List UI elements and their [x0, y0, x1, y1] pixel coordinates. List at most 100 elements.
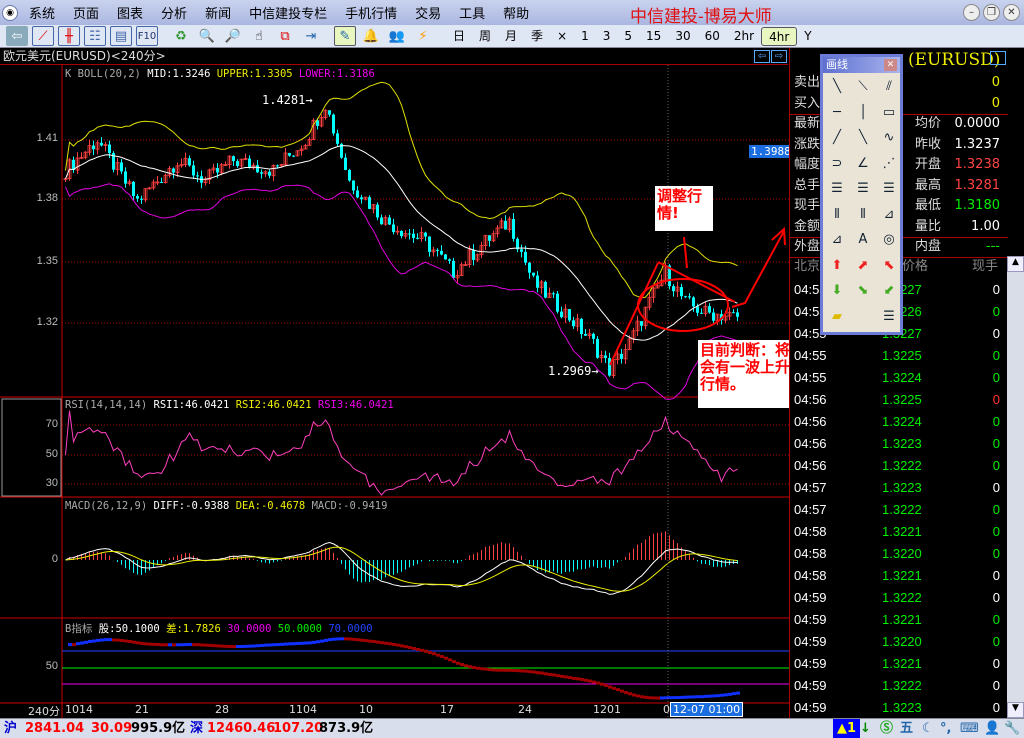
draw-arrow-down-icon[interactable]: ⬇ [827, 281, 847, 301]
b-indicator-mark [292, 642, 296, 646]
draw-fib-ext-icon[interactable]: ☰ [853, 179, 873, 199]
sh-change: 30.09 [91, 721, 133, 736]
maximize-panel-button[interactable] [990, 51, 1006, 65]
b-indicator-mark [84, 640, 88, 644]
scroll-down-button[interactable]: ▼ [1007, 702, 1024, 718]
punctuation-icon[interactable]: °, [940, 719, 951, 738]
draw-cycle2-icon[interactable]: ⦀ [853, 205, 873, 225]
quote-value: 1.3180 [954, 198, 1001, 213]
time-tick: 1014 [65, 703, 93, 716]
draw-list-icon[interactable]: ☰ [879, 307, 899, 327]
time-tick: 21 [135, 703, 149, 716]
wubi-icon[interactable]: 五 [900, 719, 913, 738]
b-indicator-mark [504, 668, 508, 672]
tick-volume: 0 [992, 634, 1000, 649]
candle [448, 259, 451, 261]
ime-icon[interactable]: Ⓢ [880, 719, 893, 738]
draw-wave-icon[interactable]: ∿ [879, 128, 899, 148]
b-indicator-mark [716, 694, 720, 698]
candle [292, 155, 295, 157]
tick-time: 04:59 [794, 612, 827, 627]
b-indicator-mark [512, 668, 516, 672]
quote-key: 开盘 [915, 157, 942, 172]
b-indicator-mark [520, 669, 524, 673]
chart-bg [0, 65, 789, 703]
draw-vline-icon[interactable]: │ [853, 103, 873, 123]
b-indicator-mark [104, 638, 108, 642]
annotation-adjust[interactable]: 调整行情! [655, 186, 713, 231]
b-indicator-mark [720, 693, 724, 697]
b-indicator-mark [156, 643, 160, 647]
draw-ray-icon[interactable]: ╱ [827, 128, 847, 148]
b-indicator-mark [656, 696, 660, 700]
draw-gann-icon[interactable]: ⊿ [879, 205, 899, 225]
b-indicator-mark [404, 645, 408, 649]
candle [352, 180, 355, 191]
draw-gann-fan-icon[interactable]: ⊿ [827, 230, 847, 250]
draw-arrow-downleft-icon[interactable]: ⬋ [879, 281, 899, 301]
tick-time: 04:57 [794, 502, 827, 517]
candle [444, 254, 447, 260]
candle [268, 171, 271, 176]
draw-segment-icon[interactable]: ⟍ [853, 77, 873, 97]
b-indicator-mark [572, 676, 576, 680]
draw-arrow-downright-icon[interactable]: ⬊ [853, 281, 873, 301]
tick-list-scrollbar[interactable]: ▲ ▼ [1007, 256, 1024, 718]
period-year[interactable]: Y [797, 27, 818, 46]
b-indicator-mark [444, 656, 448, 660]
b-indicator-mark [664, 696, 668, 700]
draw-fan-icon[interactable]: ⋰ [879, 154, 899, 174]
download-icon[interactable]: ↓ [860, 719, 871, 738]
draw-eraser-icon[interactable]: ▰ [827, 307, 847, 327]
tick-volume: 0 [992, 678, 1000, 693]
time-tick: 1104 [289, 703, 317, 716]
draw-arrow-up-icon[interactable]: ⬆ [827, 256, 847, 276]
alert-badge[interactable]: ▲1 [833, 719, 861, 738]
draw-angle-icon[interactable]: ∠ [853, 154, 873, 174]
draw-parallel-icon[interactable]: ⫽ [879, 77, 899, 97]
tick-row: 04:56 1.3222 0 [794, 455, 1004, 477]
draw-line-icon[interactable]: ╲ [827, 77, 847, 97]
b-indicator-mark [152, 642, 156, 646]
settings-wrench-icon[interactable]: 🔧 [1004, 719, 1020, 738]
restore-button[interactable]: ❐ [983, 4, 1000, 21]
b-indicator-mark [308, 641, 312, 645]
tick-volume: 0 [992, 282, 1000, 297]
tick-row: 04:56 1.3225 0 [794, 389, 1004, 411]
draw-arc-icon[interactable]: ⊃ [827, 154, 847, 174]
b-indicator-mark [376, 640, 380, 644]
moon-icon[interactable]: ☾ [922, 719, 934, 738]
draw-cycle-icon[interactable]: ⦀ [827, 205, 847, 225]
scroll-up-button[interactable]: ▲ [1007, 256, 1024, 272]
period-label: 240分 [28, 705, 60, 718]
draw-ray-down-icon[interactable]: ╲ [853, 128, 873, 148]
tick-time: 04:59 [794, 634, 827, 649]
draw-text-icon[interactable]: A [853, 230, 873, 250]
palette-title[interactable]: 画线 ✕ [823, 57, 900, 73]
close-button[interactable]: ✕ [1003, 4, 1020, 21]
tick-price: 1.3220 [882, 634, 922, 649]
palette-title-text: 画线 [826, 58, 848, 71]
keyboard-icon[interactable]: ⌨ [960, 719, 979, 738]
rsi-tick: 70 [45, 418, 58, 430]
tick-time: 04:59 [794, 590, 827, 605]
quote-key: 内盘 [915, 239, 942, 254]
user-icon[interactable]: 👤 [984, 719, 1000, 738]
palette-close-icon[interactable]: ✕ [884, 59, 897, 71]
time-axis: 240分 1014 21 28 1104 10 17 24 1201 0 12-… [0, 702, 789, 718]
draw-fib-retrace-icon[interactable]: ☰ [827, 179, 847, 199]
annotation-forecast[interactable]: 目前判断：将会有一波上升行情。 [698, 340, 803, 408]
b-indicator-mark [68, 643, 72, 647]
quote-value: 0 [991, 95, 1000, 111]
chart-canvas[interactable] [0, 0, 789, 718]
draw-arrow-upright-icon[interactable]: ⬈ [853, 256, 873, 276]
minimize-button[interactable]: – [963, 4, 980, 21]
candle [232, 156, 235, 162]
draw-rect-icon[interactable]: ▭ [879, 103, 899, 123]
draw-arrow-upleft-icon[interactable]: ⬉ [879, 256, 899, 276]
draw-circle-icon[interactable]: ◎ [879, 230, 899, 250]
tick-volume: 0 [992, 458, 1000, 473]
draw-fib-time-icon[interactable]: ☰ [879, 179, 899, 199]
tick-row: 04:56 1.3223 0 [794, 433, 1004, 455]
draw-hline-icon[interactable]: ─ [827, 103, 847, 123]
